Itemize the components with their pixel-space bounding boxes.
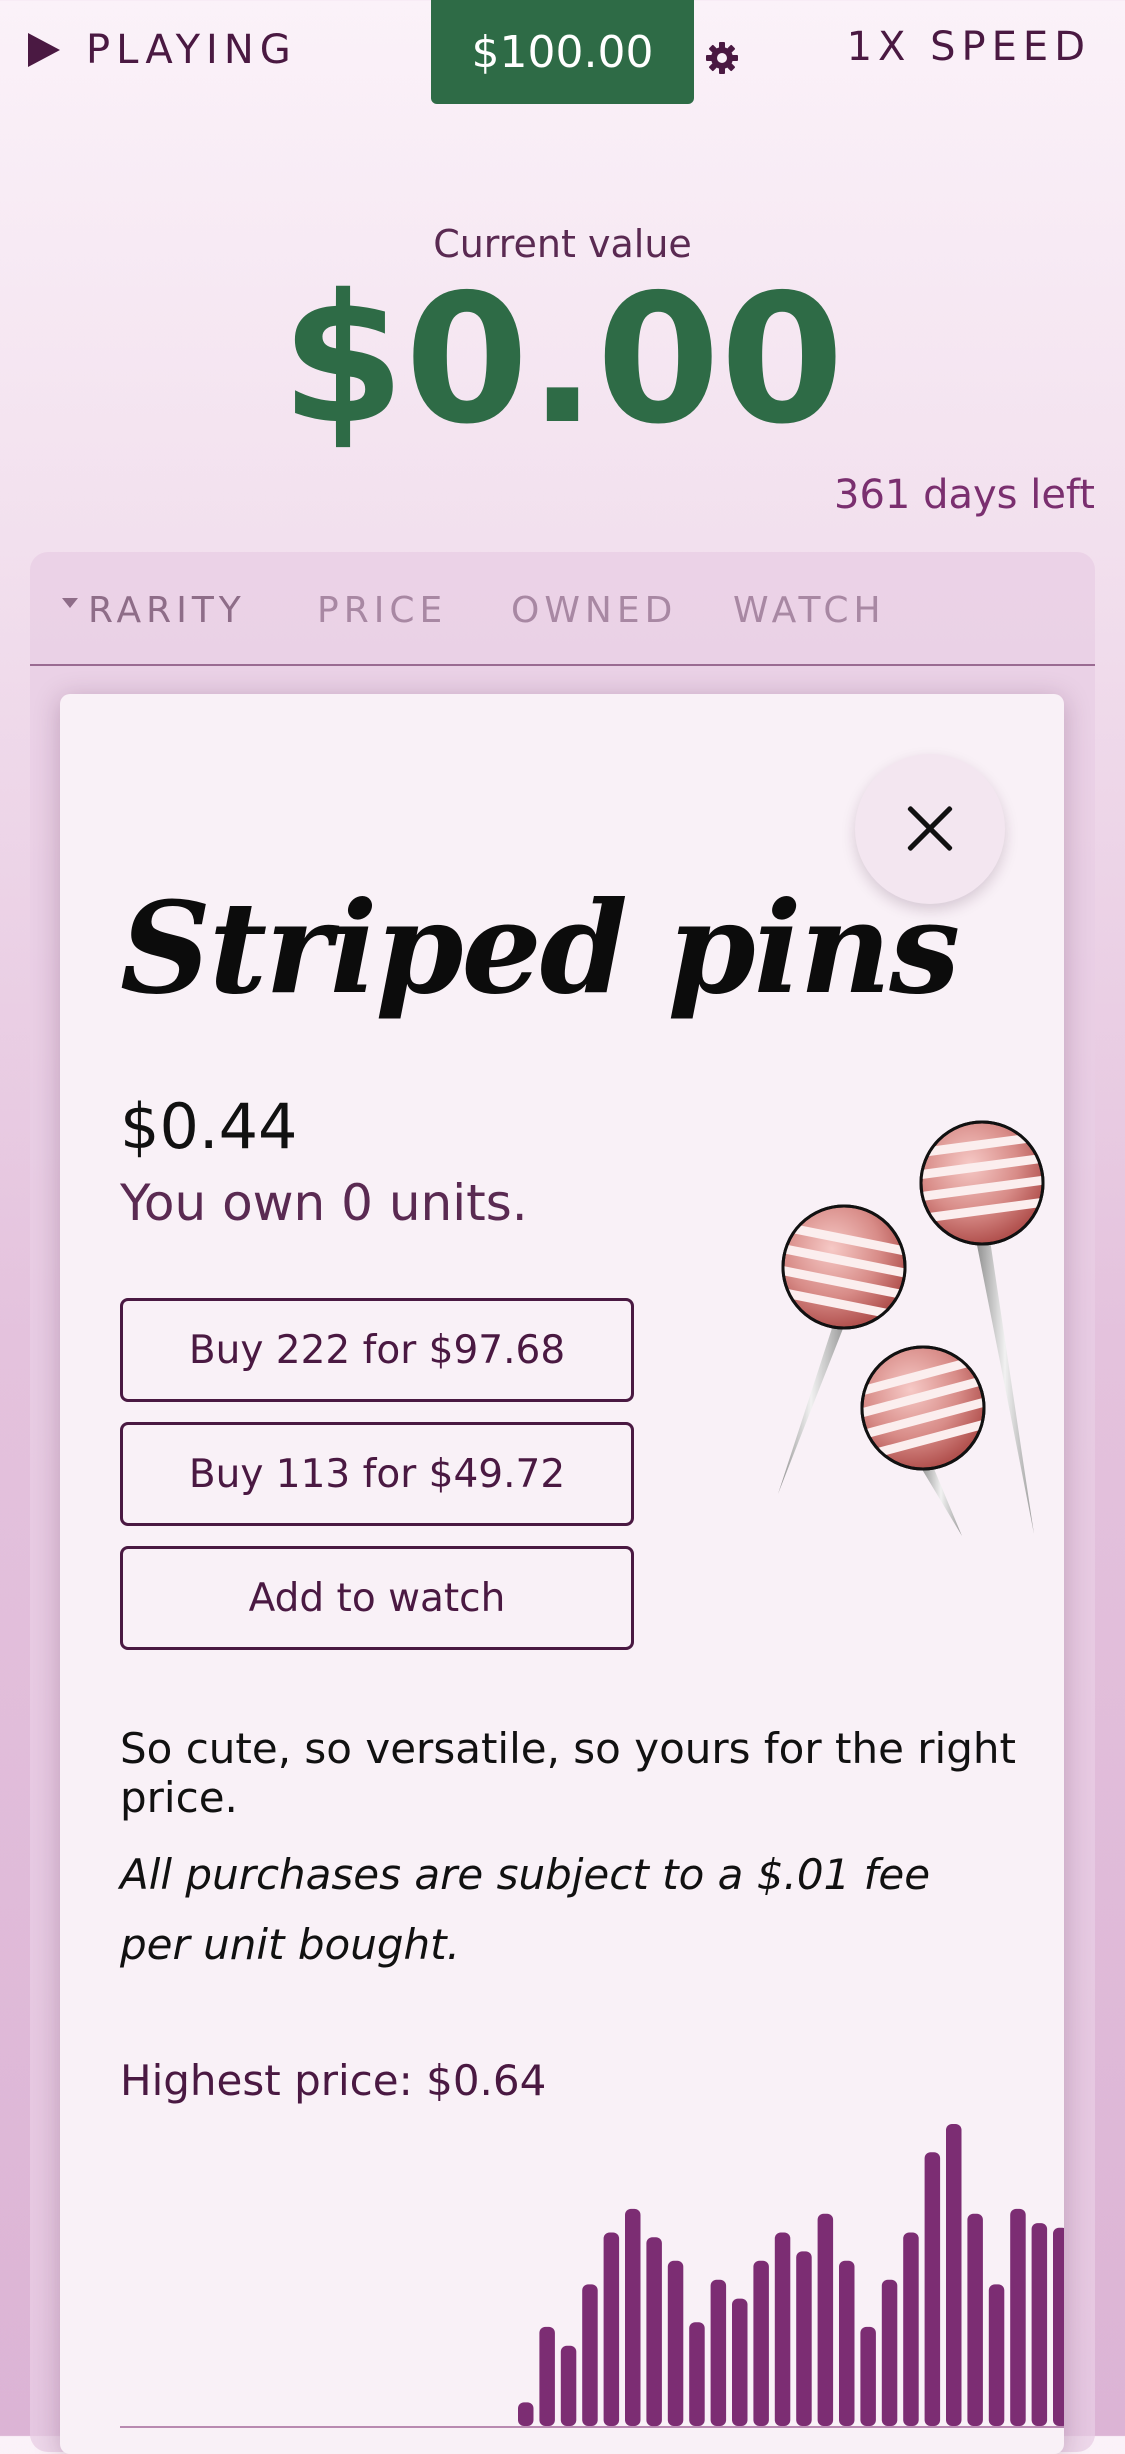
- price-bar: [732, 2298, 748, 2426]
- tab-price[interactable]: PRICE: [317, 590, 447, 631]
- price-bar: [924, 2152, 941, 2426]
- price-bar: [988, 2284, 1005, 2426]
- play-status-button[interactable]: PLAYING: [28, 22, 297, 78]
- price-bar: [518, 2402, 534, 2426]
- price-bar: [774, 2232, 791, 2426]
- price-history-chart: [120, 2124, 1064, 2428]
- price-bar: [1010, 2208, 1026, 2426]
- play-status-label: PLAYING: [86, 27, 297, 73]
- price-bar: [839, 2260, 855, 2426]
- price-bar: [1053, 2227, 1064, 2426]
- price-bar: [582, 2284, 598, 2426]
- fee-note: All purchases are subject to a $.01 fee …: [120, 1850, 931, 1969]
- item-detail-modal: Striped pins $0.44 You own 0 units. Buy …: [60, 694, 1064, 2454]
- owned-count: You own 0 units.: [120, 1174, 528, 1232]
- price-bar: [946, 2124, 962, 2426]
- play-icon: [28, 33, 60, 67]
- buy-half-button[interactable]: Buy 113 for $49.72: [120, 1422, 634, 1526]
- price-bar: [560, 2345, 577, 2426]
- tab-rarity[interactable]: RARITY: [88, 590, 246, 631]
- buy-max-button[interactable]: Buy 222 for $97.68: [120, 1298, 634, 1402]
- price-bar: [860, 2326, 876, 2426]
- price-bar: [710, 2279, 727, 2426]
- price-bar: [1031, 2223, 1048, 2426]
- price-bar: [539, 2326, 555, 2426]
- price-bar: [646, 2237, 662, 2427]
- price-bar: [603, 2232, 620, 2426]
- item-title: Striped pins: [120, 874, 960, 1022]
- sort-caret-icon: [62, 598, 78, 608]
- top-bar: PLAYING $100.00 1X SPEED: [0, 0, 1125, 110]
- striped-pins-illustration: [778, 1120, 1045, 1536]
- tab-owned[interactable]: OWNED: [511, 590, 677, 631]
- price-bar: [796, 2251, 812, 2426]
- price-bar: [967, 2213, 983, 2426]
- days-left: 361 days left: [834, 472, 1095, 518]
- price-bar: [903, 2232, 919, 2426]
- tab-watch[interactable]: WATCH: [733, 590, 886, 631]
- speed-button[interactable]: 1X SPEED: [847, 24, 1091, 70]
- price-bar: [689, 2322, 705, 2426]
- item-description: So cute, so versatile, so yours for the …: [120, 1724, 1016, 1822]
- current-value: $0.00: [280, 256, 845, 463]
- price-bar: [881, 2279, 898, 2426]
- add-to-watch-button[interactable]: Add to watch: [120, 1546, 634, 1650]
- price-bar: [625, 2208, 641, 2426]
- cash-balance: $100.00: [431, 0, 694, 104]
- item-price: $0.44: [120, 1090, 298, 1163]
- price-bar: [753, 2260, 769, 2426]
- gear-icon[interactable]: [702, 38, 742, 78]
- price-bar: [667, 2260, 684, 2426]
- price-bar: [817, 2213, 834, 2426]
- table-header: RARITY PRICE OWNED WATCH: [30, 552, 1095, 666]
